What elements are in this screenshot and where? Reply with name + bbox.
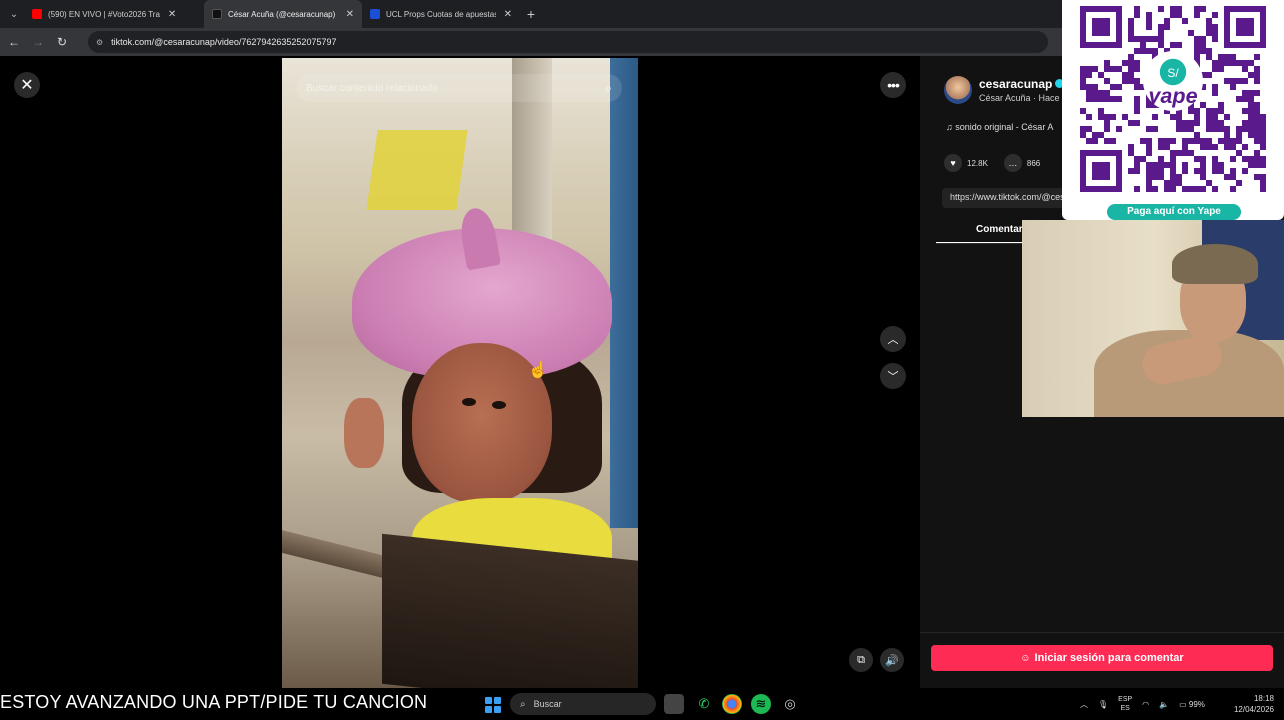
obs-icon[interactable]: ◎ <box>780 694 800 714</box>
qr-code: S/yape <box>1080 6 1266 192</box>
microphone-icon[interactable]: 🎙 <box>1098 700 1108 709</box>
tab-title: UCL Props Cuotas de apuestas <box>386 9 496 19</box>
site-info-icon[interactable]: ⚙ <box>96 38 103 47</box>
related-search-input[interactable]: Buscar contenido relacionado ⌕ <box>296 74 622 102</box>
chrome-icon[interactable] <box>722 694 742 714</box>
spotify-icon[interactable]: ≋ <box>751 694 771 714</box>
yape-badge: S/ <box>1167 66 1179 80</box>
search-icon[interactable]: ⌕ <box>605 81 612 96</box>
music-link[interactable]: ♫ sonido original - César A <box>946 122 1053 132</box>
video-player[interactable]: Buscar contenido relacionado ⌕ <box>282 58 638 688</box>
tab-tiktok[interactable]: César Acuña (@cesaracunap) | T ✕ <box>204 0 362 28</box>
youtube-icon <box>32 9 42 19</box>
search-placeholder: Buscar contenido relacionado <box>306 82 438 94</box>
like-count: 12.8K <box>967 158 988 168</box>
search-icon: ⌕ <box>520 698 526 710</box>
windows-start-icon[interactable] <box>485 697 501 713</box>
tiktok-icon <box>212 9 222 19</box>
new-tab-button[interactable]: + <box>520 6 542 22</box>
whatsapp-icon[interactable]: ✆ <box>694 694 714 714</box>
tab-search-button[interactable]: ⌄ <box>4 4 24 24</box>
back-button[interactable]: ← <box>2 35 26 49</box>
taskbar-clock[interactable]: 18:18 12/04/2026 <box>1224 693 1274 715</box>
close-tab-icon[interactable]: ✕ <box>168 9 176 20</box>
comment-icon[interactable]: … <box>1003 154 1022 172</box>
url-text: tiktok.com/@cesaracunap/video/7627942635… <box>111 37 337 47</box>
avatar[interactable] <box>944 76 972 104</box>
volume-button[interactable]: 🔊 <box>880 648 904 672</box>
task-view-icon[interactable] <box>664 694 684 714</box>
next-video-button[interactable]: ﹀ <box>880 363 906 389</box>
address-bar[interactable]: ⚙ tiktok.com/@cesaracunap/video/76279426… <box>88 31 1048 53</box>
taskbar-search[interactable]: ⌕ Buscar <box>510 693 656 715</box>
webcam-overlay <box>1022 220 1284 417</box>
previous-video-button[interactable]: ︿ <box>880 326 906 352</box>
wifi-icon[interactable]: ◠ <box>1142 700 1149 709</box>
comment-count: 866 <box>1026 158 1041 168</box>
forward-button[interactable]: → <box>26 35 50 49</box>
like-stat[interactable]: ♥ 12.8K <box>944 154 988 172</box>
battery-icon[interactable]: ▭ 99% <box>1179 700 1205 709</box>
qr-caption: Paga aquí con Yape <box>1107 204 1241 220</box>
hand-cursor-icon: ☝ <box>528 362 548 379</box>
music-note-icon: ♫ <box>946 122 956 132</box>
heart-icon[interactable]: ♥ <box>944 154 962 172</box>
tab-youtube-live[interactable]: (590) EN VIVO | #Voto2026 Tra ✕ <box>24 0 204 28</box>
engagement-stats: ♥ 12.8K … 866 <box>944 154 1046 172</box>
yape-logo: yape <box>1147 83 1197 108</box>
tab-title: César Acuña (@cesaracunap) | T <box>228 9 338 19</box>
taskbar: ESTOY AVANZANDO UNA PPT/PIDE TU CANCION … <box>0 688 1284 720</box>
more-options-button[interactable]: ••• <box>880 72 906 98</box>
video-scene <box>366 130 468 210</box>
login-to-comment-button[interactable]: ☺ Iniciar sesión para comentar <box>931 645 1273 671</box>
close-video-button[interactable]: ✕ <box>14 72 40 98</box>
author-username[interactable]: cesaracunap <box>979 77 1065 91</box>
reload-button[interactable]: ↻ <box>50 35 74 49</box>
chevron-up-icon[interactable]: ︿ <box>1080 699 1088 710</box>
floating-player-button[interactable]: ⧉ <box>849 648 873 672</box>
site-icon <box>370 9 380 19</box>
language-indicator[interactable]: ESP ES <box>1118 695 1132 713</box>
close-tab-icon[interactable]: ✕ <box>504 9 512 20</box>
comment-stat[interactable]: … 866 <box>1003 154 1041 172</box>
close-tab-icon[interactable]: ✕ <box>346 9 354 20</box>
system-tray: ︿ 🎙 ESP ES ◠ 🔈 ▭ 99% <box>1080 692 1205 716</box>
tab-title: (590) EN VIVO | #Voto2026 Tra <box>48 9 160 19</box>
comment-icon: ☺ <box>1020 652 1031 664</box>
yape-qr-overlay: S/yape Paga aquí con Yape <box>1062 0 1284 220</box>
tab-ucl-props[interactable]: UCL Props Cuotas de apuestas ✕ <box>362 0 520 28</box>
stream-ticker: ESTOY AVANZANDO UNA PPT/PIDE TU CANCION <box>0 692 428 712</box>
speaker-icon[interactable]: 🔈 <box>1159 700 1169 709</box>
author-nickname: César Acuña · Hace <box>979 93 1060 103</box>
